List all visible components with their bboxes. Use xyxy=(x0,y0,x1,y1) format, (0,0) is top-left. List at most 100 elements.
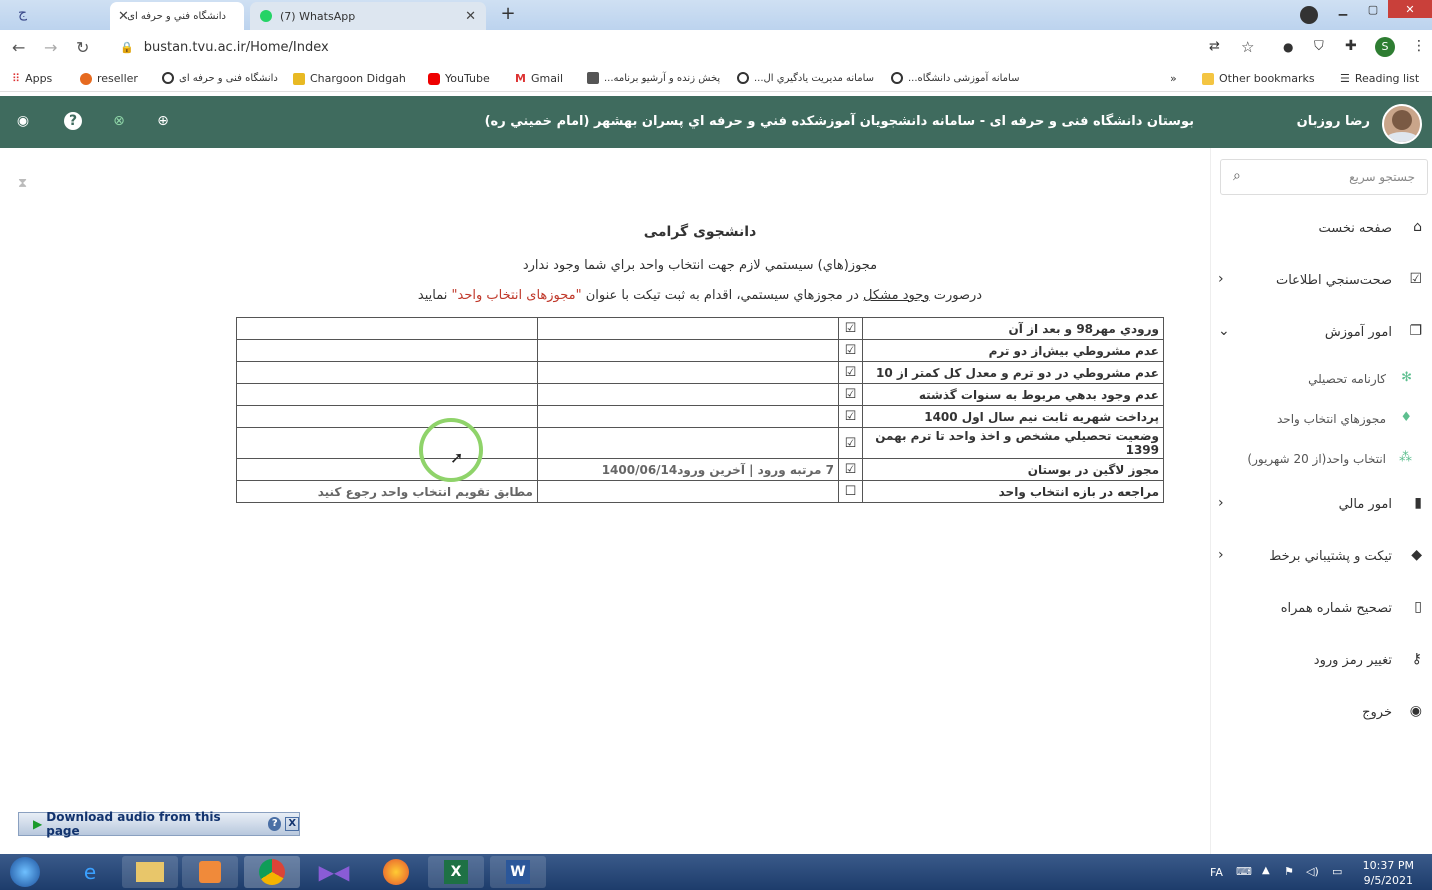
profile-avatar[interactable]: S xyxy=(1375,37,1395,57)
tab-bustan[interactable]: دانشگاه فني و حرفه اى ✕ xyxy=(110,2,244,30)
tab-search-icon[interactable]: ج xyxy=(18,5,27,21)
new-tab-button[interactable]: + xyxy=(496,5,520,25)
asterisk-icon: ✻ xyxy=(1401,370,1412,385)
toggle-icon[interactable]: ◉ xyxy=(14,112,32,130)
reload-icon[interactable]: ↻ xyxy=(76,38,89,57)
explorer-icon[interactable] xyxy=(122,856,178,888)
permission-check-icon: ☑ xyxy=(837,339,864,362)
permission-info xyxy=(537,361,839,384)
sidebar-subitem-2[interactable]: ⁂ انتخاب واحد(از 20 شهريور) xyxy=(1212,444,1432,476)
user-name[interactable]: رضا روزبان xyxy=(1297,114,1370,129)
bookmarks-overflow[interactable]: » xyxy=(1170,72,1177,85)
bookmark-chargoon[interactable]: Chargoon Didgah xyxy=(293,72,406,85)
sidebar-item-3[interactable]: ▮ امور مالي ‹ xyxy=(1212,481,1432,531)
media-player-icon[interactable] xyxy=(182,856,238,888)
browser-tab-strip: ج دانشگاه فني و حرفه اى ✕ (7) WhatsApp ✕… xyxy=(0,0,1432,30)
bookmark-youtube[interactable]: YouTube xyxy=(428,72,490,85)
back-icon[interactable]: ← xyxy=(12,38,25,57)
reading-list[interactable]: ☰ Reading list xyxy=(1340,72,1419,85)
tab-whatsapp[interactable]: (7) WhatsApp ✕ xyxy=(250,2,486,30)
life-ring-icon[interactable]: ⊗ xyxy=(110,112,128,130)
sidebar-item-6[interactable]: ⚷ تغيير رمز ورود xyxy=(1212,637,1432,687)
visual-studio-icon[interactable]: ▶◀ xyxy=(306,856,362,888)
bookmarks-bar: ⠿ Apps reseller دانشگاه فنی و حرفه ای Ch… xyxy=(0,66,1432,92)
volume-icon[interactable]: ◁) xyxy=(1306,865,1319,878)
tray-expand-icon[interactable]: ▲ xyxy=(1262,865,1270,876)
tab-label: (7) WhatsApp xyxy=(280,9,356,23)
sidebar-item-0[interactable]: ⌂ صفحه نخست xyxy=(1212,205,1432,255)
close-tab-icon[interactable]: ✕ xyxy=(118,9,129,24)
network-icon[interactable]: ▭ xyxy=(1332,865,1342,878)
key-icon: ⚷ xyxy=(1411,651,1422,667)
folder-icon xyxy=(1202,72,1214,85)
table-row: وضعيت تحصيلي مشخص و اخذ واحد تا ترم بهمن… xyxy=(236,427,1164,459)
menu-kebab-icon[interactable]: ⋮ xyxy=(1412,38,1426,54)
bookmark-tvu[interactable]: دانشگاه فنی و حرفه ای xyxy=(162,72,278,84)
close-window-icon[interactable]: ✕ xyxy=(1388,0,1432,18)
bookmark-lms[interactable]: سامانه مديريت يادگيري ال... xyxy=(737,72,874,84)
sidebar-item-label: صحت‌سنجي اطلاعات xyxy=(1275,273,1392,288)
sidebar-subitem-0[interactable]: ✻ کارنامه تحصيلي xyxy=(1212,364,1432,396)
word-icon[interactable]: W xyxy=(490,856,546,888)
permission-check-icon: ☑ xyxy=(837,427,864,459)
download-audio-button[interactable]: Download audio from this page xyxy=(46,810,250,838)
sidebar-item-4[interactable]: ◆ تيکت و پشتيباني برخط ‹ xyxy=(1212,533,1432,583)
help-icon[interactable]: ? xyxy=(268,817,282,831)
lock-icon: 🔒 xyxy=(120,40,134,54)
ie-icon[interactable]: e xyxy=(62,856,118,888)
search-icon: ⌕ xyxy=(1233,168,1241,184)
globe-icon[interactable]: ⊕ xyxy=(154,112,172,130)
keyboard-icon[interactable]: ⌨ xyxy=(1236,865,1252,878)
permission-check-icon: ☑ xyxy=(837,458,864,481)
bookmark-reseller[interactable]: reseller xyxy=(80,72,138,85)
permission-label: پرداخت شهريه ثابت نيم سال اول 1400 xyxy=(862,405,1164,428)
sidebar-item-1[interactable]: ☑ صحت‌سنجي اطلاعات ‹ xyxy=(1212,257,1432,307)
permission-info xyxy=(537,427,839,459)
quick-search-input[interactable]: جستجو سريع ⌕ xyxy=(1220,159,1428,195)
close-icon[interactable]: X xyxy=(285,817,299,831)
site-header: بوستان دانشگاه فنی و حرفه ای - سامانه دا… xyxy=(0,96,1432,148)
sidebar-item-2[interactable]: ❐ امور آموزش ⌄ xyxy=(1212,309,1432,359)
site-title: بوستان دانشگاه فنی و حرفه ای - سامانه دا… xyxy=(484,114,1194,129)
bookmark-apps[interactable]: ⠿ Apps xyxy=(12,72,52,85)
chrome-icon[interactable] xyxy=(244,856,300,888)
fruit-icon xyxy=(80,72,92,85)
shield-icon[interactable]: ⛉ xyxy=(1314,39,1324,54)
puzzle-icon[interactable]: ✚ xyxy=(1345,38,1357,54)
sidebar-item-7[interactable]: ◉ خروج xyxy=(1212,689,1432,739)
excel-icon[interactable]: X xyxy=(428,856,484,888)
permission-info: 7 مرتبه ورود | آخرين ورود1400/06/14 xyxy=(537,458,839,481)
permission-label: مجوز لاگين در بوستان xyxy=(862,458,1164,481)
bookmark-live[interactable]: پخش زنده و آرشیو برنامه... xyxy=(587,72,720,84)
extension-icon[interactable]: ● xyxy=(1283,40,1293,54)
start-button[interactable] xyxy=(2,856,48,888)
sidebar-subitem-label: انتخاب واحد(از 20 شهريور) xyxy=(1247,452,1386,466)
bookmark-gmail[interactable]: M Gmail xyxy=(515,72,563,85)
tab-search-dropdown-icon[interactable] xyxy=(1300,6,1318,24)
taskbar-clock[interactable]: 10:37 PM 9/5/2021 xyxy=(1363,858,1414,888)
other-bookmarks[interactable]: Other bookmarks xyxy=(1202,72,1315,85)
sidebar-item-5[interactable]: ▯ تصحيح شماره همراه xyxy=(1212,585,1432,635)
translate-icon[interactable]: ⇄ xyxy=(1209,39,1220,54)
action-center-icon[interactable]: ⚑ xyxy=(1284,865,1294,878)
minimize-icon[interactable]: ▁ xyxy=(1328,0,1358,18)
maximize-icon[interactable]: ▢ xyxy=(1358,0,1388,18)
tags-icon: ◆ xyxy=(1411,547,1422,563)
language-indicator[interactable]: FA xyxy=(1210,866,1223,879)
help-icon[interactable]: ? xyxy=(64,112,82,130)
permission-info xyxy=(537,383,839,406)
permission-check-icon: ☐ xyxy=(837,480,864,503)
permission-info xyxy=(537,339,839,362)
permission-label: ورودي مهر98 و بعد از آن xyxy=(862,317,1164,340)
sidebar-subitem-1[interactable]: ♦ مجوزهاي انتخاب واحد xyxy=(1212,404,1432,436)
firefox-icon[interactable] xyxy=(368,856,424,888)
tv-icon xyxy=(587,72,599,84)
star-icon[interactable]: ☆ xyxy=(1241,38,1254,56)
bell-icon: ♦ xyxy=(1400,410,1412,425)
address-bar[interactable]: 🔒 bustan.tvu.ac.ir/Home/Index xyxy=(108,35,1268,59)
forward-icon[interactable]: → xyxy=(44,38,57,57)
close-tab-icon[interactable]: ✕ xyxy=(465,9,476,24)
permission-note: مطابق تقويم انتخاب واحد رجوع کنيد xyxy=(236,480,538,503)
bookmark-edu[interactable]: سامانه آموزشی دانشگاه... xyxy=(891,72,1019,84)
avatar[interactable] xyxy=(1382,104,1422,144)
